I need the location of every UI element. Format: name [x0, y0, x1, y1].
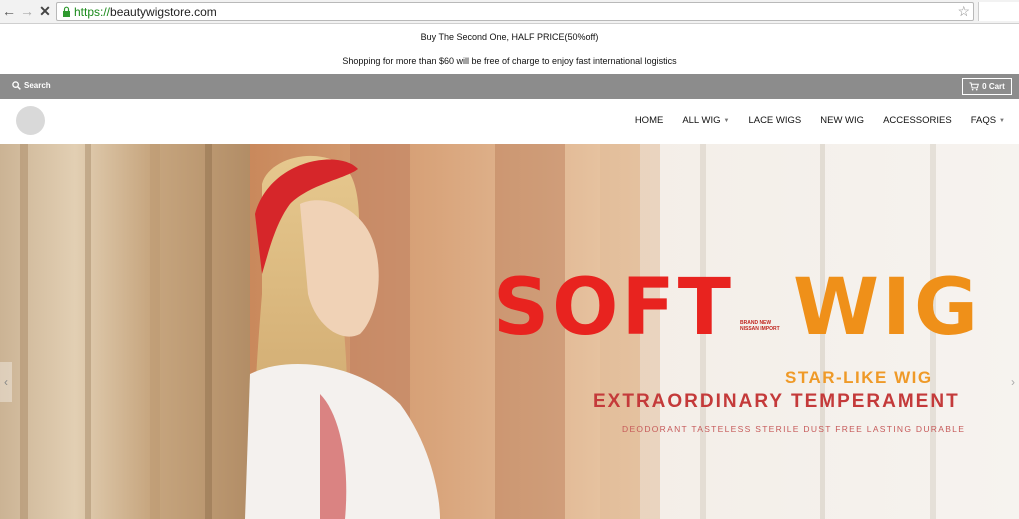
cart-button[interactable]: 0 Cart	[962, 78, 1012, 95]
browser-toolbar: ← → ✕ https://beautywigstore.com ☆	[0, 0, 1019, 24]
promo-text: Buy The Second One, HALF PRICE(50%off)	[420, 32, 599, 42]
nav-item-new-wig[interactable]: NEW WIG	[820, 115, 864, 126]
nav-label: LACE WIGS	[748, 115, 802, 126]
cart-label: 0 Cart	[982, 82, 1005, 91]
slider-next-button[interactable]: ›	[1007, 362, 1019, 402]
nav-label: NEW WIG	[820, 115, 865, 126]
hero-slider[interactable]: SOFT WIG BRAND NEW NISSAN IMPORT STAR-LI…	[0, 144, 1019, 519]
stop-loading-button[interactable]: ✕	[37, 3, 53, 19]
nav-item-accessories[interactable]: ACCESSORIES	[883, 115, 952, 126]
lock-icon	[63, 6, 70, 17]
nav-label: ALL WIG	[682, 115, 721, 126]
tagline-secondary: EXTRAORDINARY TEMPERAMENT	[593, 391, 960, 412]
bookmark-star-icon[interactable]: ☆	[957, 3, 970, 20]
hero-headline: SOFT WIG	[493, 268, 978, 348]
forward-button[interactable]: →	[19, 3, 35, 19]
main-navigation: HOME ALL WIG ▼ LACE WIGS NEW WIG ACCESSOR…	[616, 115, 1005, 126]
cart-icon	[969, 82, 980, 91]
caret-down-icon: ▼	[999, 117, 1005, 124]
url-text[interactable]: https://beautywigstore.com	[74, 5, 217, 19]
caret-down-icon: ▼	[723, 117, 730, 124]
chevron-right-icon: ›	[1011, 375, 1015, 389]
nav-item-all-wig[interactable]: ALL WIG ▼	[682, 115, 729, 126]
headline-soft-text: SOFT	[493, 263, 734, 353]
nav-label: HOME	[634, 115, 664, 126]
announcement-bar: Buy The Second One, HALF PRICE(50%off) S…	[0, 24, 1019, 74]
back-button[interactable]: ←	[1, 3, 17, 19]
feature-list: DEODORANT TASTELESS STERILE DUST FREE LA…	[622, 424, 966, 434]
address-bar[interactable]: https://beautywigstore.com ☆	[56, 2, 974, 21]
site-logo[interactable]	[16, 106, 45, 135]
chevron-left-icon: ‹	[4, 375, 8, 389]
search-button[interactable]: Search	[12, 81, 51, 90]
nav-item-lace-wigs[interactable]: LACE WIGS	[748, 115, 801, 126]
nav-item-faqs[interactable]: FAQS ▼	[971, 115, 1005, 126]
slider-prev-button[interactable]: ‹	[0, 362, 12, 402]
browser-menu-area	[978, 2, 1019, 21]
shipping-text: Shopping for more than $60 will be free …	[342, 56, 677, 66]
nav-label: FAQS	[970, 115, 997, 126]
utility-bar: Search 0 Cart	[0, 74, 1019, 99]
nav-item-home[interactable]: HOME	[635, 115, 664, 126]
tagline-primary: STAR-LIKE WIG	[785, 368, 933, 387]
brand-tag-text: BRAND NEW NISSAN IMPORT	[740, 320, 780, 332]
search-icon	[12, 81, 21, 90]
headline-wig-text: WIG	[793, 263, 982, 353]
nav-label: ACCESSORIES	[883, 115, 952, 126]
site-header: HOME ALL WIG ▼ LACE WIGS NEW WIG ACCESSOR…	[0, 99, 1019, 144]
search-label: Search	[24, 81, 51, 90]
